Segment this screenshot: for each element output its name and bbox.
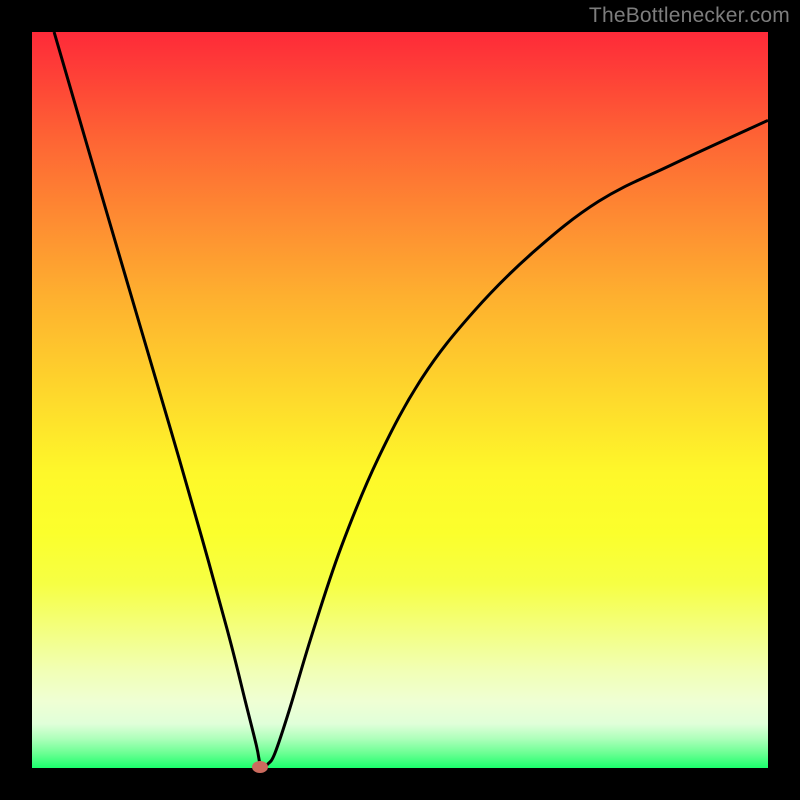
plot-area (32, 32, 768, 768)
chart-frame: TheBottlenecker.com (0, 0, 800, 800)
watermark-text: TheBottlenecker.com (589, 4, 790, 28)
bottleneck-curve (32, 32, 768, 768)
minimum-marker (252, 761, 268, 773)
curve-path (54, 32, 768, 767)
